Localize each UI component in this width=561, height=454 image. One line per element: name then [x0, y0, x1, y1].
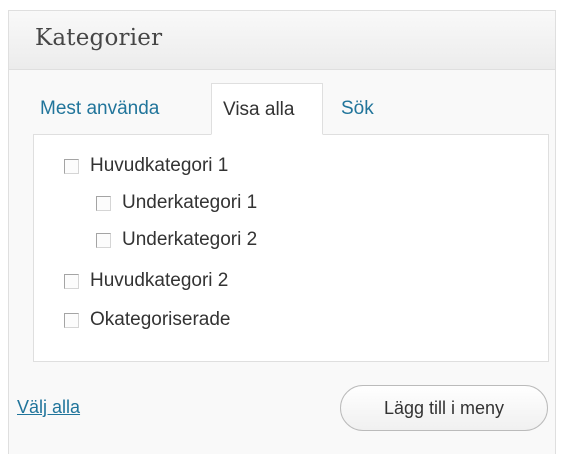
category-label: Okategoriserade — [90, 309, 231, 330]
category-label: Huvudkategori 1 — [90, 155, 229, 176]
category-item-main-2: Huvudkategori 2 — [64, 268, 228, 294]
category-label: Underkategori 1 — [122, 192, 258, 213]
category-checkbox[interactable] — [96, 232, 111, 248]
category-label: Underkategori 2 — [122, 229, 258, 250]
category-list: Huvudkategori 1 Underkategori 1 Underkat… — [33, 134, 549, 362]
category-item-main-1: Huvudkategori 1 — [64, 153, 228, 179]
add-to-menu-button[interactable]: Lägg till i meny — [340, 385, 548, 431]
category-checkbox[interactable] — [64, 312, 79, 328]
category-checkbox[interactable] — [96, 195, 111, 211]
category-item-sub-2: Underkategori 2 — [96, 227, 257, 253]
category-item-uncategorized: Okategoriserade — [64, 307, 230, 333]
panel-title: Kategorier — [35, 25, 163, 51]
select-all-link[interactable]: Välj alla — [17, 397, 80, 418]
tab-most-used[interactable]: Mest använda — [40, 83, 159, 135]
tab-search[interactable]: Sök — [341, 83, 374, 135]
category-label: Huvudkategori 2 — [90, 270, 229, 291]
category-checkbox[interactable] — [64, 273, 79, 289]
category-checkbox[interactable] — [64, 158, 79, 174]
tab-view-all[interactable]: Visa alla — [211, 83, 323, 135]
categories-panel: Kategorier Mest använda Visa alla Sök Hu… — [8, 10, 556, 454]
panel-header[interactable]: Kategorier — [9, 11, 555, 70]
category-item-sub-1: Underkategori 1 — [96, 190, 257, 216]
category-tabs: Mest använda Visa alla Sök — [9, 83, 555, 135]
